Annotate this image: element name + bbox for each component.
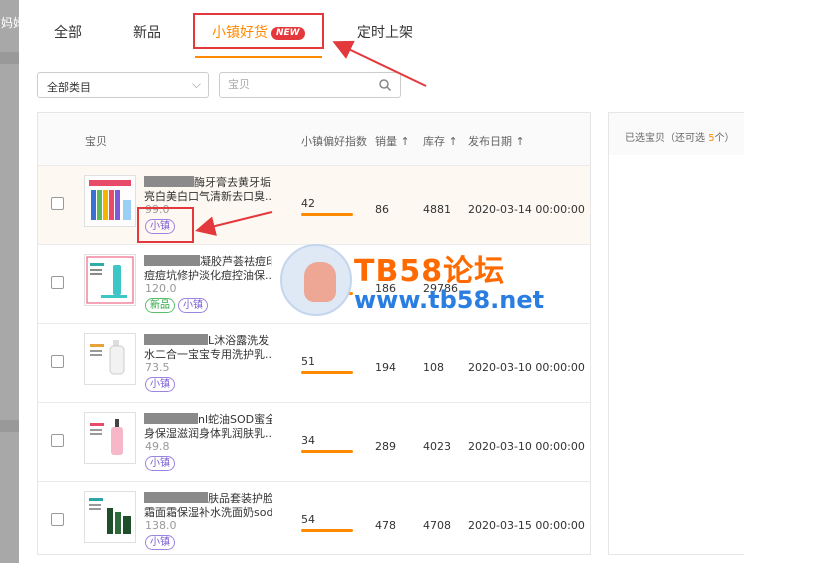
product-title[interactable]: nl蛇油SOD蜜全 身保湿滋润身体乳润肤乳... xyxy=(144,413,272,441)
product-title-line2: 霜面霜保湿补水洗面奶sod... xyxy=(144,506,272,519)
column-header-item: 宝贝 xyxy=(85,135,107,148)
stock-value: 4023 xyxy=(423,440,451,453)
product-title-line2: 身保湿滋润身体乳润肤乳... xyxy=(144,427,272,440)
product-title-line1: L沐浴露洗发 xyxy=(208,334,270,347)
tab-town-goods[interactable]: 小镇好货 NEW xyxy=(212,22,305,42)
table-row: 凝胶芦荟祛痘印 痘痘坑修护淡化痘控油保... 120.0 新品 小镇 46 18… xyxy=(38,244,590,323)
table-row: 肤品套装护脸 霜面霜保湿补水洗面奶sod... 138.0 小镇 54 478 … xyxy=(38,481,590,554)
town-index-value: 54 xyxy=(301,513,315,526)
sales-value: 86 xyxy=(375,203,389,216)
product-title[interactable]: 肤品套装护脸 霜面霜保湿补水洗面奶sod... xyxy=(144,492,272,520)
product-title-line1: 凝胶芦荟祛痘印 xyxy=(200,255,272,268)
table-header: 宝贝 小镇偏好指数 销量 ↑ 库存 ↑ 发布日期 ↑ xyxy=(38,113,590,165)
town-index-bar xyxy=(301,292,353,295)
tab-bar: 全部 新品 小镇好货 NEW 定时上架 xyxy=(19,0,744,62)
column-header-town-index: 小镇偏好指数 xyxy=(301,135,367,148)
product-title-line2: 痘痘坑修护淡化痘控油保... xyxy=(144,269,272,282)
background-band xyxy=(0,52,19,64)
product-title-line1: nl蛇油SOD蜜全 xyxy=(198,413,272,426)
product-thumbnail xyxy=(84,254,136,306)
selected-items-panel: 已选宝贝（还可选 5个） xyxy=(608,112,744,555)
town-index-value: 46 xyxy=(301,276,315,289)
town-tag: 小镇 xyxy=(178,298,208,313)
chevron-down-icon: ⌵ xyxy=(191,77,201,91)
town-index-bar xyxy=(301,371,353,374)
background-page-label: 妈妈 xyxy=(1,16,19,30)
new-badge: NEW xyxy=(271,27,305,40)
selected-items-label: 已选宝贝（还可选 5个） xyxy=(625,133,735,144)
product-title-line2: 水二合一宝宝专用洗护乳... xyxy=(144,348,272,361)
product-price: 138.0 xyxy=(145,519,177,532)
table-row: 酶牙膏去黄牙垢 亮白美白口气清新去口臭... 99.0 小镇 42 86 488… xyxy=(38,165,590,244)
active-tab-indicator xyxy=(195,56,322,58)
product-price: 120.0 xyxy=(145,282,177,295)
sales-value: 194 xyxy=(375,361,396,374)
row-checkbox[interactable] xyxy=(51,197,64,210)
product-thumbnail xyxy=(84,491,136,543)
product-thumbnail xyxy=(84,412,136,464)
tab-all[interactable]: 全部 xyxy=(54,22,82,42)
stock-value: 108 xyxy=(423,361,444,374)
stock-value: 4881 xyxy=(423,203,451,216)
product-price: 73.5 xyxy=(145,361,170,374)
row-checkbox[interactable] xyxy=(51,434,64,447)
town-index-bar xyxy=(301,213,353,216)
town-tag: 小镇 xyxy=(145,456,175,471)
publish-date-value: 2020-03-14 00:00:00 xyxy=(468,203,585,216)
town-index-bar xyxy=(301,450,353,453)
publish-date-value: 2020-03-10 00:00:00 xyxy=(468,440,585,453)
column-header-sales[interactable]: 销量 ↑ xyxy=(375,133,410,149)
stock-value: 29786 xyxy=(423,282,458,295)
town-tag: 小镇 xyxy=(145,377,175,392)
tab-town-goods-label: 小镇好货 xyxy=(212,25,268,41)
town-tag: 小镇 xyxy=(145,219,175,234)
town-index-value: 51 xyxy=(301,355,315,368)
category-select[interactable]: 全部类目 ⌵ xyxy=(37,72,209,98)
product-thumbnail xyxy=(84,333,136,385)
selected-items-header: 已选宝贝（还可选 5个） xyxy=(609,113,744,155)
town-index-value: 42 xyxy=(301,197,315,210)
column-header-publish-date[interactable]: 发布日期 ↑ xyxy=(468,133,525,149)
product-title-line2: 亮白美白口气清新去口臭... xyxy=(144,190,272,203)
background-page-strip: 妈妈 xyxy=(0,0,19,563)
table-row: nl蛇油SOD蜜全 身保湿滋润身体乳润肤乳... 49.8 小镇 34 289 … xyxy=(38,402,590,481)
row-checkbox[interactable] xyxy=(51,355,64,368)
product-title[interactable]: 酶牙膏去黄牙垢 亮白美白口气清新去口臭... xyxy=(144,176,272,204)
town-index-bar xyxy=(301,529,353,532)
row-checkbox[interactable] xyxy=(51,513,64,526)
product-table: 宝贝 小镇偏好指数 销量 ↑ 库存 ↑ 发布日期 ↑ 酶牙膏去黄牙垢 亮白美白口… xyxy=(37,112,591,555)
publish-date-value: 2020-03-10 00:00:00 xyxy=(468,361,585,374)
product-title[interactable]: 凝胶芦荟祛痘印 痘痘坑修护淡化痘控油保... xyxy=(144,255,272,283)
search-input[interactable] xyxy=(228,78,368,91)
category-select-value: 全部类目 xyxy=(47,81,91,94)
row-checkbox[interactable] xyxy=(51,276,64,289)
search-box xyxy=(219,72,401,98)
town-index-value: 34 xyxy=(301,434,315,447)
publish-date-value: 2020-03-15 00:00:00 xyxy=(468,519,585,532)
sales-value: 186 xyxy=(375,282,396,295)
product-title[interactable]: L沐浴露洗发 水二合一宝宝专用洗护乳... xyxy=(144,334,272,362)
sales-value: 478 xyxy=(375,519,396,532)
product-thumbnail xyxy=(84,175,136,227)
product-price: 99.0 xyxy=(145,203,170,216)
background-band xyxy=(0,420,19,432)
tab-new[interactable]: 新品 xyxy=(133,22,161,42)
product-title-line1: 肤品套装护脸 xyxy=(208,492,272,505)
new-product-tag: 新品 xyxy=(145,298,175,313)
table-row: L沐浴露洗发 水二合一宝宝专用洗护乳... 73.5 小镇 51 194 108… xyxy=(38,323,590,402)
sales-value: 289 xyxy=(375,440,396,453)
column-header-stock[interactable]: 库存 ↑ xyxy=(423,133,458,149)
town-tag: 小镇 xyxy=(145,535,175,550)
product-title-line1: 酶牙膏去黄牙垢 xyxy=(194,176,271,189)
stock-value: 4708 xyxy=(423,519,451,532)
search-icon[interactable] xyxy=(378,77,392,96)
product-price: 49.8 xyxy=(145,440,170,453)
tab-scheduled[interactable]: 定时上架 xyxy=(357,22,413,42)
